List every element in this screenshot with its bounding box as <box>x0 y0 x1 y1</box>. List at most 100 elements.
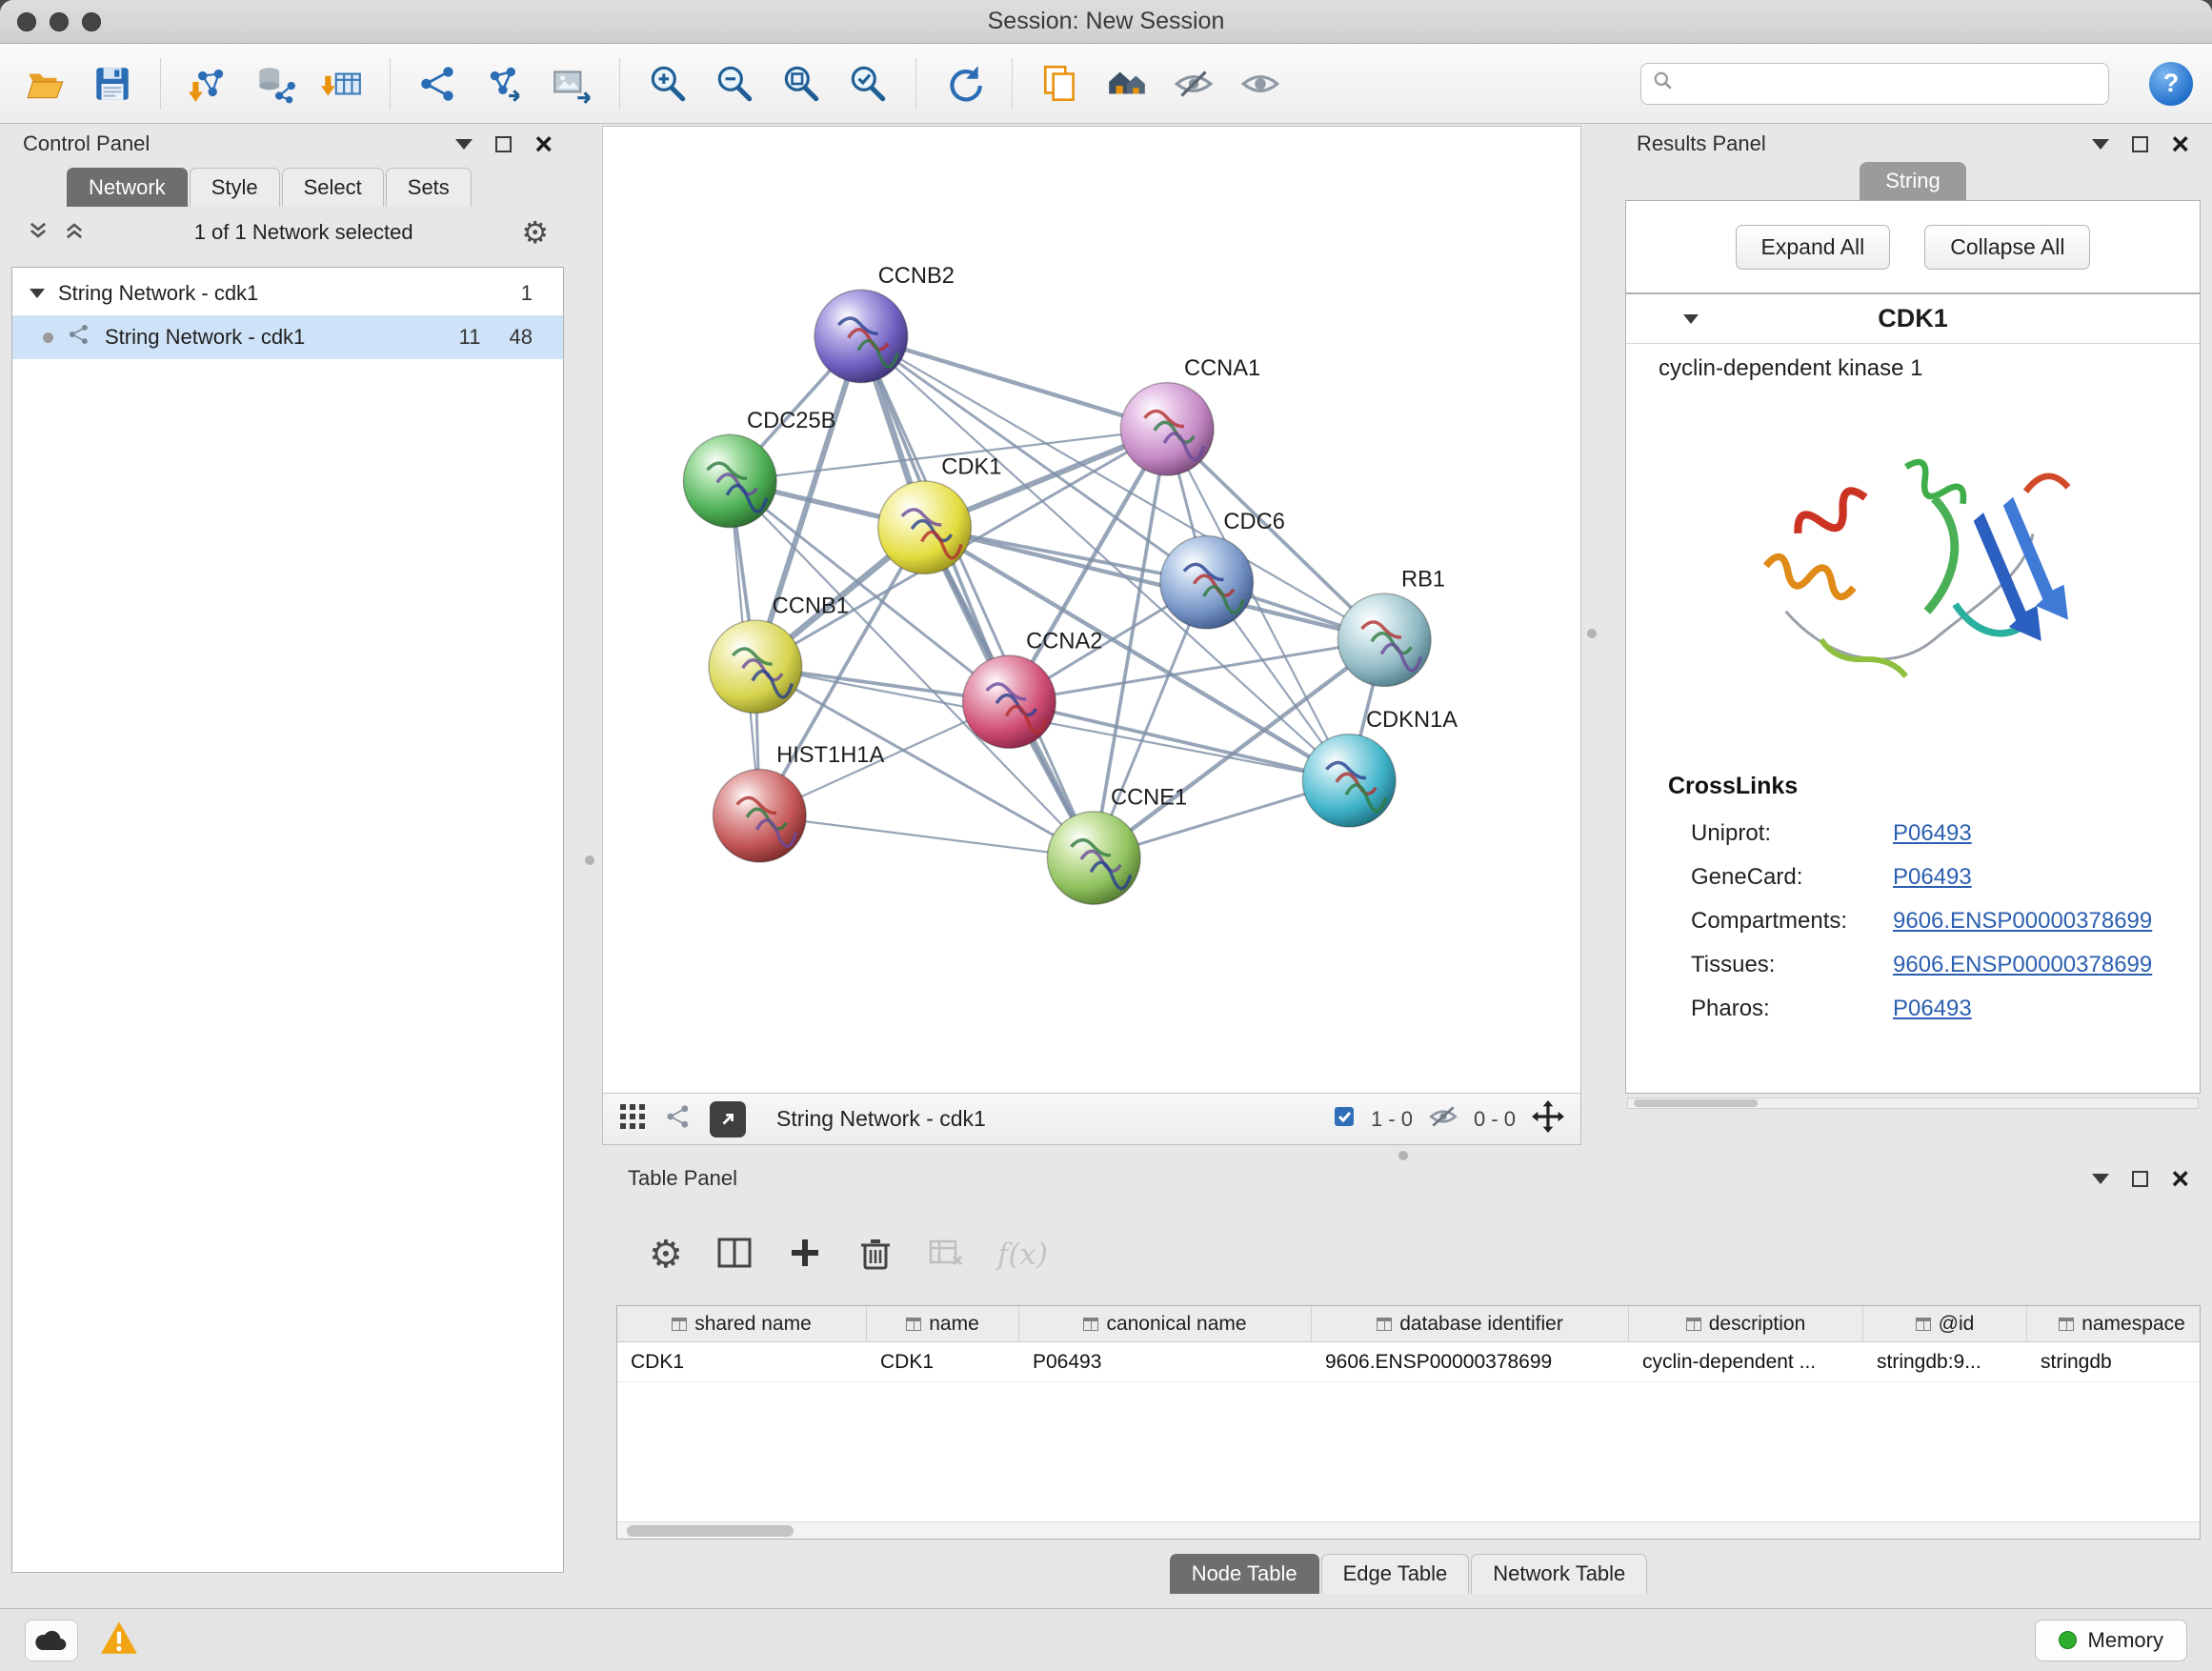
cloud-icon[interactable] <box>25 1620 78 1661</box>
zoom-selected-icon[interactable] <box>841 57 895 111</box>
column-header-namespace[interactable]: namespace <box>2027 1306 2201 1341</box>
zoom-in-icon[interactable] <box>641 57 694 111</box>
memory-button[interactable]: Memory <box>2035 1620 2187 1661</box>
zoom-out-icon[interactable] <box>708 57 761 111</box>
network-canvas[interactable]: CCNB2CCNA1CDC25BCDK1CDC6RB1CCNB1CCNA2CDK… <box>603 127 1580 1093</box>
column-header--id[interactable]: @id <box>1863 1306 2027 1341</box>
maximize-panel-icon[interactable] <box>2132 136 2148 152</box>
import-table-file-icon[interactable] <box>315 57 369 111</box>
delete-column-trash-icon[interactable] <box>856 1234 895 1277</box>
splitter-handle[interactable] <box>1587 629 1597 638</box>
table-cell[interactable]: CDK1 <box>867 1342 1019 1381</box>
hidden-eye-slash-icon[interactable] <box>1428 1104 1458 1135</box>
network-node-rb1[interactable]: RB1 <box>1337 568 1445 687</box>
close-panel-icon[interactable]: × <box>534 129 553 159</box>
network-edge[interactable] <box>861 336 1167 429</box>
crosslink-link[interactable]: 9606.ENSP00000378699 <box>1893 952 2152 978</box>
table-settings-gear-icon[interactable]: ⚙ <box>649 1236 683 1274</box>
float-panel-icon[interactable] <box>455 139 473 150</box>
network-edge[interactable] <box>861 336 1094 858</box>
open-in-window-icon[interactable] <box>710 1101 746 1137</box>
column-header-shared-name[interactable]: shared name <box>617 1306 867 1341</box>
tab-edge-table[interactable]: Edge Table <box>1321 1554 1470 1594</box>
open-session-icon[interactable] <box>19 57 72 111</box>
warning-icon[interactable] <box>99 1620 139 1661</box>
tab-node-table[interactable]: Node Table <box>1170 1554 1319 1594</box>
network-node-ccna1[interactable]: CCNA1 <box>1120 356 1260 475</box>
table-cell[interactable]: stringdb:9... <box>1863 1342 2027 1381</box>
clone-network-icon[interactable] <box>412 57 465 111</box>
tab-select[interactable]: Select <box>282 168 384 207</box>
column-header-canonical-name[interactable]: canonical name <box>1019 1306 1312 1341</box>
table-cell[interactable]: 9606.ENSP00000378699 <box>1312 1342 1629 1381</box>
birdseye-view-icon[interactable] <box>664 1102 693 1136</box>
close-panel-icon[interactable]: × <box>2171 1163 2189 1194</box>
column-header-database-identifier[interactable]: database identifier <box>1312 1306 1629 1341</box>
table-cell[interactable]: cyclin-dependent ... <box>1629 1342 1863 1381</box>
table-scrollbar-thumb[interactable] <box>627 1525 794 1537</box>
column-header-description[interactable]: description <box>1629 1306 1863 1341</box>
table-cell[interactable]: P06493 <box>1019 1342 1312 1381</box>
results-scrollbar-thumb[interactable] <box>1634 1099 1758 1107</box>
search-box[interactable] <box>1640 63 2109 105</box>
refresh-icon[interactable] <box>937 57 991 111</box>
table-cell[interactable]: CDK1 <box>617 1342 867 1381</box>
table-row[interactable]: CDK1CDK1P064939606.ENSP00000378699cyclin… <box>617 1342 2200 1382</box>
import-network-database-icon[interactable] <box>249 57 302 111</box>
close-panel-icon[interactable]: × <box>2171 129 2189 159</box>
tab-style[interactable]: Style <box>190 168 280 207</box>
network-edge[interactable] <box>759 815 1094 857</box>
pan-move-icon[interactable] <box>1531 1099 1565 1139</box>
maximize-panel-icon[interactable] <box>2132 1171 2148 1187</box>
crosslink-link[interactable]: P06493 <box>1893 864 1972 891</box>
export-image-icon[interactable] <box>545 57 598 111</box>
column-header-name[interactable]: name <box>867 1306 1019 1341</box>
gear-icon[interactable]: ⚙ <box>521 217 549 248</box>
export-network-icon[interactable] <box>478 57 532 111</box>
float-panel-icon[interactable] <box>2092 1174 2109 1184</box>
float-panel-icon[interactable] <box>2092 139 2109 150</box>
tab-sets[interactable]: Sets <box>386 168 472 207</box>
copy-icon[interactable] <box>1034 57 1087 111</box>
network-node-cdc25b[interactable]: CDC25B <box>683 409 835 528</box>
import-network-file-icon[interactable] <box>182 57 235 111</box>
caret-down-icon[interactable] <box>1683 314 1699 324</box>
network-node-hist1h1a[interactable]: HIST1H1A <box>713 743 884 862</box>
network-node-cdkn1a[interactable]: CDKN1A <box>1302 708 1458 827</box>
results-scrollbar[interactable] <box>1627 1097 2199 1109</box>
network-graph[interactable]: CCNB2CCNA1CDC25BCDK1CDC6RB1CCNB1CCNA2CDK… <box>603 127 1580 1093</box>
tab-network[interactable]: Network <box>67 168 188 207</box>
hide-unhide-icon[interactable] <box>1167 57 1220 111</box>
birdseye-home-icon[interactable] <box>1100 57 1154 111</box>
search-input[interactable] <box>1681 72 2097 95</box>
show-columns-icon[interactable] <box>715 1234 754 1277</box>
splitter-handle[interactable] <box>1398 1151 1408 1160</box>
network-edge[interactable] <box>1009 702 1349 781</box>
tab-network-table[interactable]: Network Table <box>1471 1554 1647 1594</box>
selected-checkbox-icon[interactable] <box>1333 1105 1356 1134</box>
crosslink-link[interactable]: P06493 <box>1893 996 1972 1022</box>
maximize-panel-icon[interactable] <box>495 136 512 152</box>
caret-down-icon[interactable] <box>30 289 45 298</box>
collapse-all-icon[interactable] <box>63 219 86 247</box>
network-node-cdk1[interactable]: CDK1 <box>878 455 1002 574</box>
network-node-ccnb2[interactable]: CCNB2 <box>814 264 955 383</box>
network-collection-row[interactable]: String Network - cdk1 1 <box>12 272 563 315</box>
table-cell[interactable]: stringdb <box>2027 1342 2201 1381</box>
splitter-handle[interactable] <box>585 856 594 865</box>
table-horizontal-scrollbar[interactable] <box>617 1521 2200 1539</box>
grid-view-icon[interactable] <box>618 1102 647 1136</box>
zoom-fit-icon[interactable] <box>774 57 828 111</box>
expand-all-icon[interactable] <box>27 219 50 247</box>
gene-section-header[interactable]: CDK1 <box>1626 294 2200 344</box>
add-column-icon[interactable] <box>786 1234 824 1277</box>
collapse-all-button[interactable]: Collapse All <box>1924 225 2090 270</box>
expand-all-button[interactable]: Expand All <box>1736 225 1891 270</box>
crosslink-link[interactable]: 9606.ENSP00000378699 <box>1893 908 2152 935</box>
tab-string[interactable]: String <box>1860 162 1966 200</box>
show-graphics-eye-icon[interactable] <box>1234 57 1287 111</box>
network-row[interactable]: String Network - cdk1 11 48 <box>12 315 563 359</box>
help-button[interactable]: ? <box>2149 62 2193 106</box>
crosslink-link[interactable]: P06493 <box>1893 820 1972 847</box>
save-session-icon[interactable] <box>86 57 139 111</box>
